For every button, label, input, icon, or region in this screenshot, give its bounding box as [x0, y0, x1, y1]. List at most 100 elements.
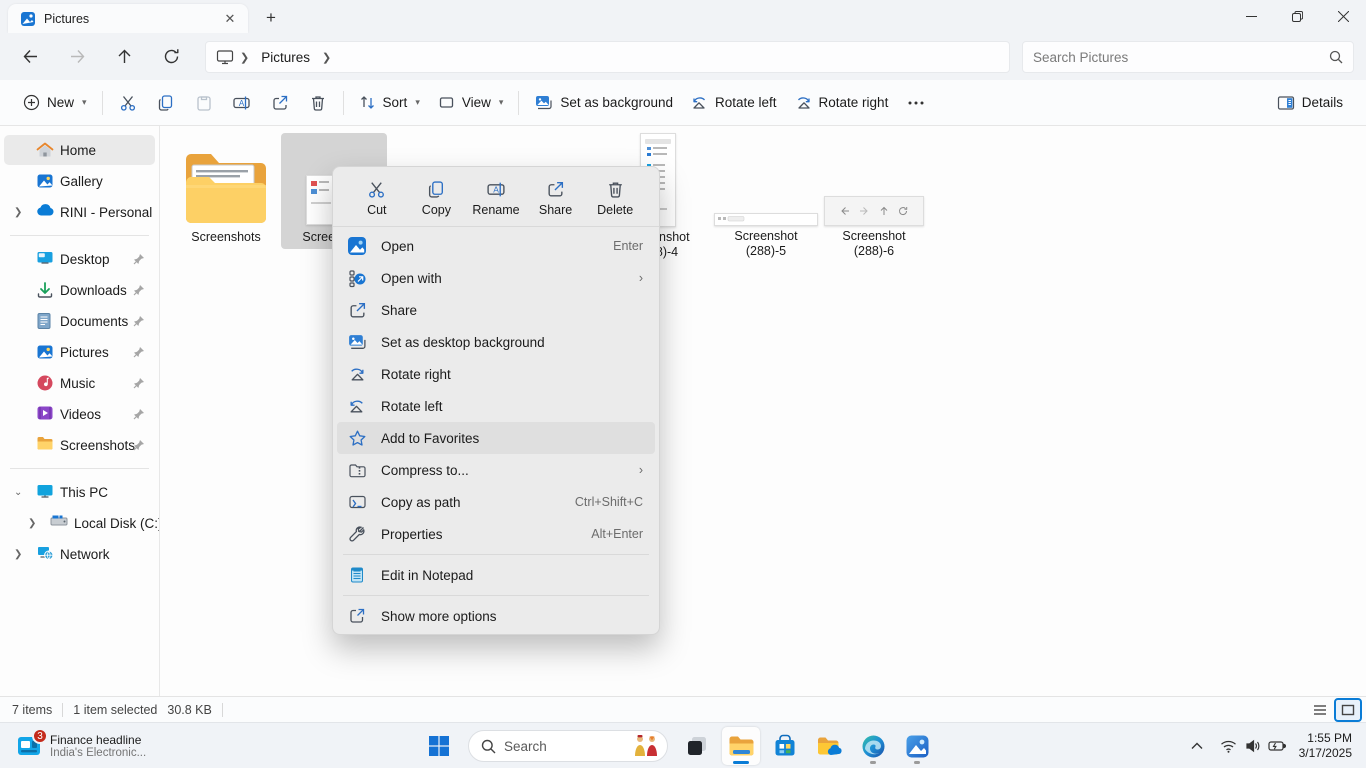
maximize-button[interactable]	[1274, 0, 1320, 33]
sidebar-item-music[interactable]: Music	[4, 368, 155, 398]
sidebar-item-videos[interactable]: Videos	[4, 399, 155, 429]
volume-icon[interactable]	[1241, 731, 1265, 761]
menu-item-label: Add to Favorites	[381, 431, 479, 446]
documents-icon	[36, 312, 54, 330]
search-icon	[481, 739, 496, 754]
sidebar-item-home[interactable]: Home	[4, 135, 155, 165]
context-rename-button[interactable]: A Rename	[468, 175, 524, 222]
sidebar-item-label: Pictures	[60, 345, 109, 360]
rotate-left-label: Rotate left	[715, 95, 777, 110]
screenshot-thumbnail	[824, 196, 924, 226]
refresh-button[interactable]	[154, 41, 188, 73]
chevron-down-icon: ▾	[415, 97, 420, 108]
battery-icon[interactable]	[1265, 731, 1289, 761]
folder-icon	[180, 145, 272, 227]
rotate-right-label: Rotate right	[819, 95, 889, 110]
menu-item-rotate-right[interactable]: Rotate right	[337, 358, 655, 390]
edge-taskbar-icon[interactable]	[854, 727, 892, 765]
rename-button[interactable]: A	[223, 86, 261, 120]
file-tile-screenshot-288-6[interactable]: Screenshot(288)-6	[821, 133, 927, 263]
onedrive-icon	[36, 203, 54, 221]
menu-item-open[interactable]: Open Enter	[337, 230, 655, 262]
context-share-button[interactable]: Share	[528, 175, 584, 222]
breadcrumb-chevron-icon: ❯	[234, 51, 255, 64]
sidebar-item-network[interactable]: ❯ Network	[4, 539, 155, 569]
forward-button[interactable]	[60, 41, 94, 73]
view-button-label: View	[462, 95, 491, 110]
widget-badge: 3	[32, 728, 48, 744]
view-button[interactable]: View ▾	[429, 86, 513, 120]
paste-button[interactable]	[185, 86, 223, 120]
sidebar-item-downloads[interactable]: Downloads	[4, 275, 155, 305]
menu-item-properties[interactable]: Properties Alt+Enter	[337, 518, 655, 550]
navigation-bar: ❯ Pictures ❯	[0, 33, 1366, 80]
task-view-button[interactable]	[678, 727, 716, 765]
wifi-icon[interactable]	[1217, 731, 1241, 761]
minimize-button[interactable]	[1228, 0, 1274, 33]
explorer-tab[interactable]: Pictures ✕	[8, 4, 248, 33]
thumbnail-view-button[interactable]	[1336, 700, 1360, 720]
menu-item-share[interactable]: Share	[337, 294, 655, 326]
context-delete-button[interactable]: Delete	[587, 175, 643, 222]
sidebar-item-label: This PC	[60, 485, 108, 500]
up-button[interactable]	[107, 41, 141, 73]
folder-icon	[36, 436, 54, 454]
menu-item-compress-to[interactable]: Compress to... ›	[337, 454, 655, 486]
sidebar-item-this-pc[interactable]: ⌄ This PC	[4, 477, 155, 507]
context-cut-button[interactable]: Cut	[349, 175, 405, 222]
sidebar-item-label: Home	[60, 143, 96, 158]
menu-item-copy-as-path[interactable]: Copy as path Ctrl+Shift+C	[337, 486, 655, 518]
breadcrumb[interactable]: ❯ Pictures ❯	[205, 41, 1010, 73]
chevron-right-icon: ❯	[14, 549, 22, 560]
rotate-right-button[interactable]: Rotate right	[786, 86, 898, 120]
new-button[interactable]: New ▾	[14, 86, 96, 120]
menu-item-show-more-options[interactable]: Show more options	[337, 600, 655, 632]
new-tab-button[interactable]: +	[258, 6, 284, 30]
sidebar-item-gallery[interactable]: Gallery	[4, 166, 155, 196]
sidebar-item-desktop[interactable]: Desktop	[4, 244, 155, 274]
taskbar-clock[interactable]: 1:55 PM 3/17/2025	[1299, 731, 1352, 761]
menu-item-edit-in-notepad[interactable]: Edit in Notepad	[337, 559, 655, 591]
tab-close-icon[interactable]: ✕	[220, 9, 240, 29]
sort-button[interactable]: Sort ▾	[350, 86, 429, 120]
disk-icon	[50, 514, 68, 532]
close-button[interactable]	[1320, 0, 1366, 33]
microsoft-store-taskbar-icon[interactable]	[766, 727, 804, 765]
menu-item-rotate-left[interactable]: Rotate left	[337, 390, 655, 422]
widgets-button[interactable]: 3 Finance headline India's Electronic...	[8, 727, 154, 765]
sidebar-item-label: Videos	[60, 407, 101, 422]
copy-button[interactable]	[147, 86, 185, 120]
set-as-background-button[interactable]: Set as background	[525, 86, 682, 120]
menu-item-open-with[interactable]: Open with ›	[337, 262, 655, 294]
sidebar-item-screenshots[interactable]: Screenshots	[4, 430, 155, 460]
share-button[interactable]	[261, 86, 299, 120]
file-tile-screenshots-folder[interactable]: Screenshots	[173, 133, 279, 249]
sidebar-item-local-disk[interactable]: ❯ Local Disk (C:)	[4, 508, 155, 538]
sidebar-item-pictures[interactable]: Pictures	[4, 337, 155, 367]
list-view-button[interactable]	[1308, 700, 1332, 720]
rotate-left-button[interactable]: Rotate left	[682, 86, 786, 120]
menu-item-shortcut: Alt+Enter	[591, 527, 643, 541]
delete-button[interactable]	[299, 86, 337, 120]
breadcrumb-location[interactable]: Pictures	[255, 48, 316, 67]
cut-button[interactable]	[109, 86, 147, 120]
search-box[interactable]	[1022, 41, 1354, 73]
menu-item-set-desktop-background[interactable]: Set as desktop background	[337, 326, 655, 358]
taskbar-search-box[interactable]: Search	[468, 730, 668, 762]
search-input[interactable]	[1033, 50, 1329, 65]
back-button[interactable]	[13, 41, 47, 73]
sidebar-item-onedrive[interactable]: ❯ RINI - Personal	[4, 197, 155, 227]
start-button[interactable]	[420, 727, 458, 765]
cut-label: Cut	[367, 203, 386, 217]
onedrive-folder-taskbar-icon[interactable]	[810, 727, 848, 765]
file-tile-screenshot-288-5[interactable]: Screenshot(288)-5	[713, 133, 819, 263]
menu-item-add-to-favorites[interactable]: Add to Favorites	[337, 422, 655, 454]
context-copy-button[interactable]: Copy	[408, 175, 464, 222]
sidebar-item-label: Network	[60, 547, 110, 562]
details-pane-button[interactable]: Details	[1268, 86, 1352, 120]
sidebar-item-documents[interactable]: Documents	[4, 306, 155, 336]
photos-taskbar-icon[interactable]	[898, 727, 936, 765]
see-more-button[interactable]	[897, 86, 935, 120]
file-explorer-taskbar-icon[interactable]	[722, 727, 760, 765]
tray-chevron-up-icon[interactable]	[1185, 731, 1209, 761]
